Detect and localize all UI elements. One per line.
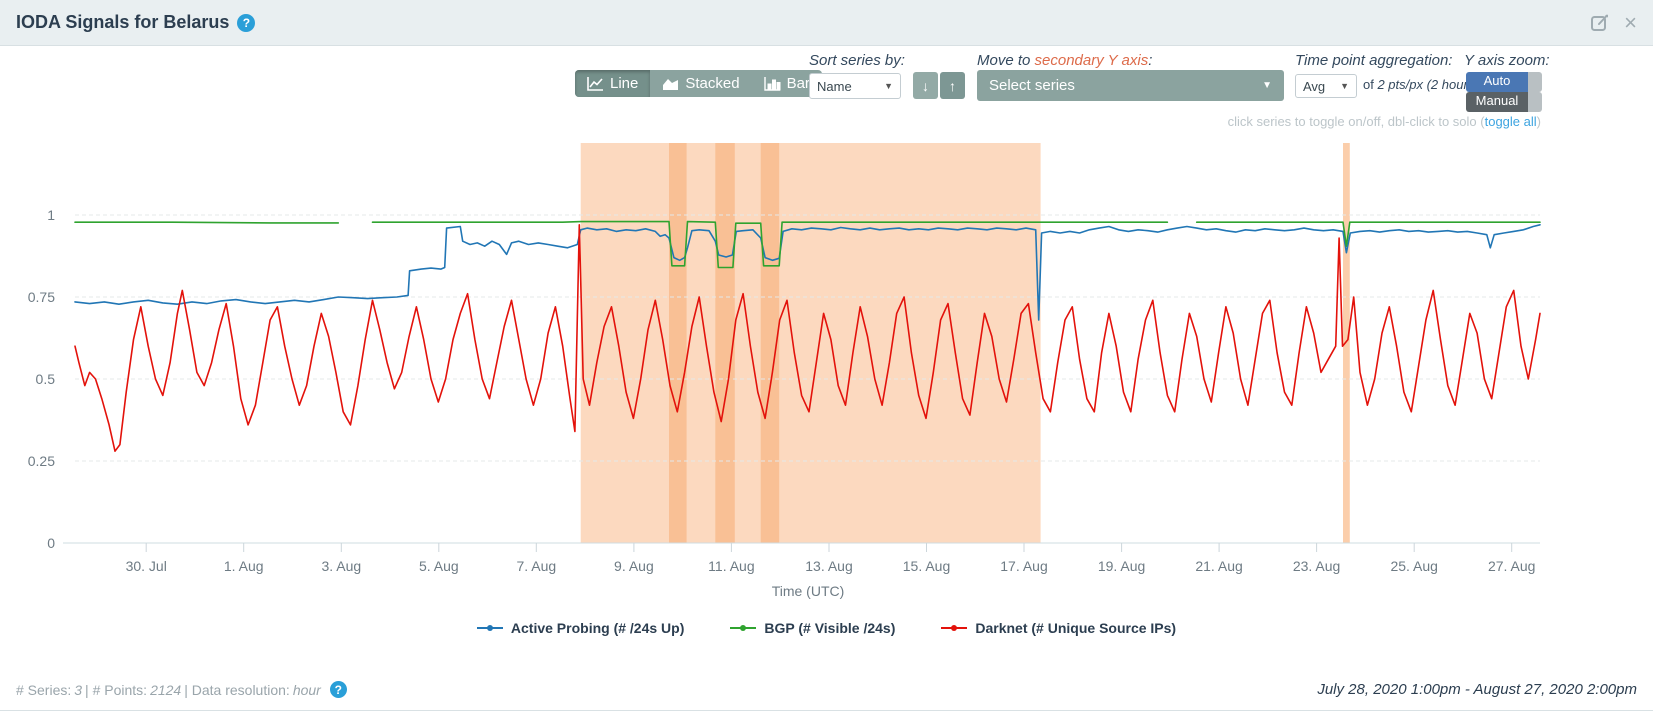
svg-text:5. Aug: 5. Aug <box>419 558 459 574</box>
svg-text:30. Jul: 30. Jul <box>126 558 167 574</box>
legend-marker-icon <box>730 627 756 629</box>
close-icon[interactable]: × <box>1624 13 1637 33</box>
panel-footer: # Series: 3 | # Points: 2124 | Data reso… <box>0 675 1653 711</box>
legend-item[interactable]: BGP (# Visible /24s) <box>730 620 895 636</box>
chart-type-stacked-button[interactable]: Stacked <box>650 70 751 97</box>
chevron-down-icon: ▼ <box>1340 81 1349 91</box>
svg-text:25. Aug: 25. Aug <box>1390 558 1438 574</box>
svg-text:17. Aug: 17. Aug <box>1000 558 1048 574</box>
chevron-down-icon: ▼ <box>1262 80 1272 91</box>
legend-item[interactable]: Darknet (# Unique Source IPs) <box>941 620 1176 636</box>
bar-chart-icon <box>764 76 781 91</box>
select-series-dropdown[interactable]: Select series ▼ <box>977 70 1284 101</box>
arrow-up-icon: ↑ <box>949 78 956 94</box>
svg-text:11. Aug: 11. Aug <box>708 558 754 574</box>
date-range: July 28, 2020 1:00pm - August 27, 2020 2… <box>1317 681 1637 698</box>
line-chart-icon <box>587 76 604 91</box>
svg-text:0.25: 0.25 <box>28 453 55 469</box>
panel-header: IODA Signals for Belarus ? × <box>0 0 1653 46</box>
legend-label: Active Probing (# /24s Up) <box>511 620 684 636</box>
svg-text:9. Aug: 9. Aug <box>614 558 654 574</box>
svg-text:7. Aug: 7. Aug <box>516 558 556 574</box>
series-count: 3 <box>74 682 82 698</box>
chart-type-switcher: Line Stacked Bar <box>575 70 822 97</box>
legend-label: Darknet (# Unique Source IPs) <box>975 620 1176 636</box>
aggregation-suffix: of 2 pts/px (2 hours) <box>1363 77 1479 92</box>
aggregation-label: Time point aggregation: <box>1295 52 1452 69</box>
svg-text:0: 0 <box>47 535 55 551</box>
legend-marker-icon <box>941 627 967 629</box>
aggregation-select[interactable]: Avg ▼ <box>1295 74 1357 98</box>
legend-marker-icon <box>477 627 503 629</box>
y-zoom-manual-button[interactable]: Manual <box>1466 92 1542 112</box>
toggle-all-link[interactable]: toggle all <box>1485 114 1537 129</box>
svg-text:13. Aug: 13. Aug <box>805 558 853 574</box>
y-axis-zoom-label: Y axis zoom: <box>1464 52 1550 69</box>
chart-toolbar: Line Stacked Bar Sort series by: Name ▼ … <box>0 46 1653 131</box>
stacked-chart-icon <box>662 76 679 91</box>
svg-text:23. Aug: 23. Aug <box>1293 558 1341 574</box>
page-title: IODA Signals for Belarus <box>16 12 229 33</box>
svg-text:0.75: 0.75 <box>28 289 55 305</box>
svg-text:27. Aug: 27. Aug <box>1488 558 1536 574</box>
chart-legend: Active Probing (# /24s Up) BGP (# Visible… <box>0 620 1653 636</box>
svg-text:21. Aug: 21. Aug <box>1195 558 1243 574</box>
help-icon[interactable]: ? <box>330 681 347 698</box>
sort-series-label: Sort series by: <box>809 52 905 69</box>
data-resolution: hour <box>293 682 321 698</box>
y-zoom-auto-button[interactable]: Auto <box>1466 72 1542 92</box>
svg-text:0.5: 0.5 <box>36 371 56 387</box>
svg-text:1: 1 <box>47 207 55 223</box>
chart-canvas[interactable]: 30. Jul 1. Aug 3. Aug 5. Aug 7. Aug 9. Aug 11.… <box>0 131 1653 601</box>
legend-label: BGP (# Visible /24s) <box>764 620 895 636</box>
svg-text:19. Aug: 19. Aug <box>1098 558 1146 574</box>
secondary-axis-label: Move to secondary Y axis: <box>977 52 1152 69</box>
timeseries-chart[interactable]: 30. Jul 1. Aug 3. Aug 5. Aug 7. Aug 9. Aug 11.… <box>0 131 1653 636</box>
chart-metadata: # Series: 3 | # Points: 2124 | Data reso… <box>16 681 347 698</box>
svg-text:1. Aug: 1. Aug <box>224 558 264 574</box>
chart-type-line-button[interactable]: Line <box>575 70 650 97</box>
chevron-down-icon: ▼ <box>884 81 893 91</box>
series-toggle-hint: click series to toggle on/off, dbl-click… <box>1228 114 1541 129</box>
help-icon[interactable]: ? <box>237 14 255 32</box>
svg-text:15. Aug: 15. Aug <box>903 558 951 574</box>
sort-series-select[interactable]: Name ▼ <box>809 73 901 99</box>
sort-descending-button[interactable]: ↓ <box>913 72 938 99</box>
svg-text:3. Aug: 3. Aug <box>321 558 361 574</box>
arrow-down-icon: ↓ <box>922 78 929 94</box>
points-count: 2124 <box>150 682 181 698</box>
legend-item[interactable]: Active Probing (# /24s Up) <box>477 620 684 636</box>
svg-text:Time (UTC): Time (UTC) <box>772 583 845 599</box>
edit-icon[interactable] <box>1590 13 1610 33</box>
sort-ascending-button[interactable]: ↑ <box>940 72 965 99</box>
